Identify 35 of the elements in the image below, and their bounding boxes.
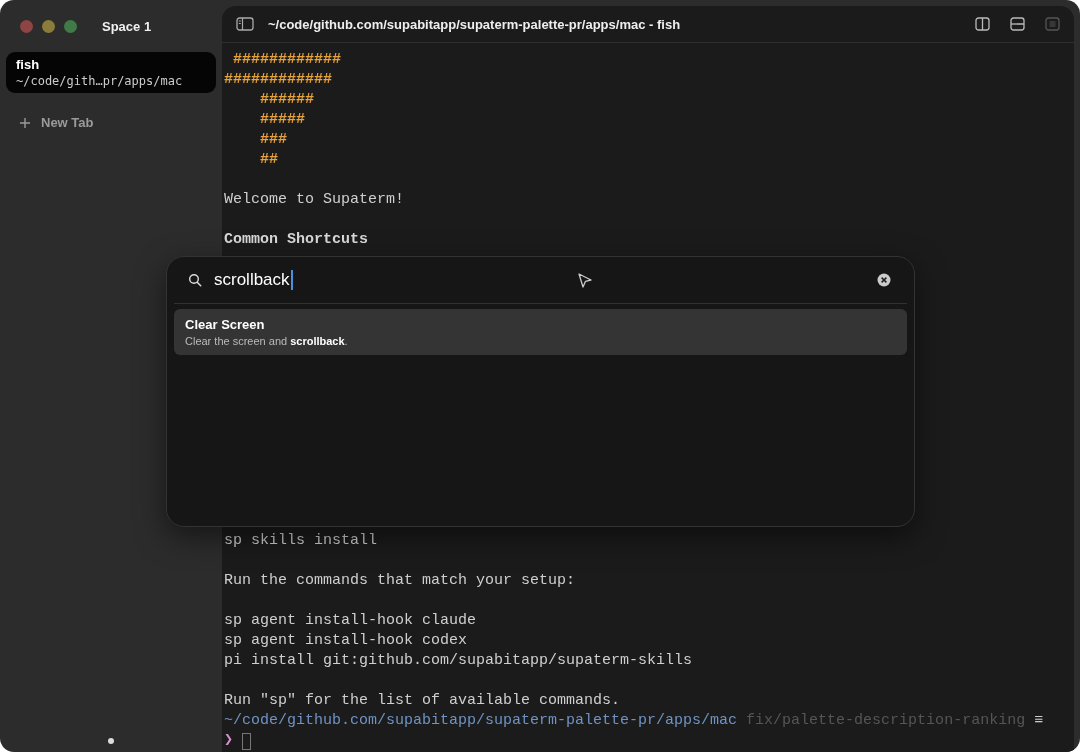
ascii-banner-line: ###### bbox=[259, 90, 315, 110]
terminal-cursor bbox=[242, 732, 252, 750]
split-down-icon[interactable] bbox=[1010, 17, 1025, 31]
clear-icon[interactable] bbox=[877, 273, 891, 287]
space-title: Space 1 bbox=[102, 18, 152, 34]
terminal-line: Welcome to Supaterm! bbox=[224, 190, 406, 210]
search-icon bbox=[188, 273, 202, 287]
terminal-line: sp skills install bbox=[224, 531, 379, 551]
pointer-icon bbox=[576, 272, 593, 288]
ascii-banner-line: ## bbox=[259, 150, 279, 170]
prompt-symbol: ❯ bbox=[224, 731, 234, 751]
terminal-line: Run "sp" for the list of available commands. bbox=[224, 691, 622, 711]
zoom-button[interactable] bbox=[64, 19, 77, 33]
ascii-banner-line: ##### bbox=[259, 110, 306, 130]
prompt-path: ~/code/github.com/supabitapp/supaterm-palette-pr/apps/mac bbox=[224, 711, 738, 731]
terminal-line: sp agent install-hook codex bbox=[224, 631, 469, 651]
palette-result[interactable]: Clear Screen Clear the screen and scrollback. bbox=[174, 309, 907, 355]
terminal-line: sp agent install-hook claude bbox=[224, 611, 478, 631]
new-tab-button[interactable]: New Tab bbox=[6, 93, 216, 130]
window-title: ~/code/github.com/supabitapp/supaterm-palette-pr/apps/mac - fish bbox=[268, 16, 681, 32]
search-field[interactable]: scrollback bbox=[214, 270, 293, 290]
sidebar-tab[interactable]: fish ~/code/gith…pr/apps/mac bbox=[6, 52, 216, 93]
terminal-heading: Common Shortcuts bbox=[224, 230, 370, 250]
minimize-button[interactable] bbox=[42, 19, 55, 33]
ascii-banner-line: ############ bbox=[232, 50, 343, 70]
plus-icon bbox=[19, 116, 31, 129]
git-branch: fix/palette-description-ranking bbox=[746, 711, 1026, 731]
ascii-banner-line: ############ bbox=[224, 70, 334, 90]
page-indicator bbox=[108, 738, 114, 744]
terminal-line: pi install git:github.com/supabitapp/supaterm-skills bbox=[224, 651, 694, 671]
terminal-line: Run the commands that match your setup: bbox=[224, 571, 577, 591]
ascii-banner-line: ### bbox=[259, 130, 288, 150]
sidebar-toggle-icon[interactable] bbox=[236, 17, 254, 31]
split-right-icon[interactable] bbox=[975, 17, 990, 31]
git-status: ≡ bbox=[1034, 711, 1044, 731]
